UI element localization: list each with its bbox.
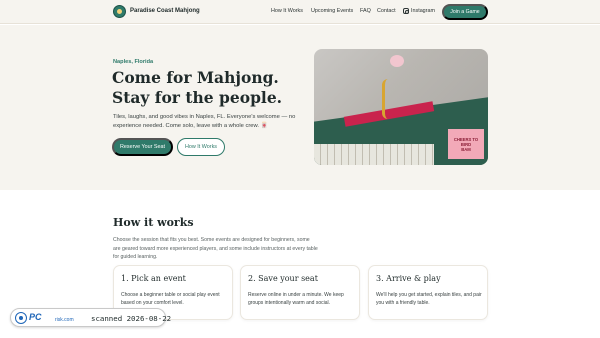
pcrisk-logo-icon <box>15 312 27 324</box>
watermark-scan-date: scanned 2026-08-22 <box>91 314 172 323</box>
step-text: Choose a beginner table or social play e… <box>121 292 220 306</box>
photo-tiles <box>314 144 434 165</box>
watermark-stamp: PC risk.com scanned 2026-08-22 <box>10 308 171 327</box>
watermark-brand-suffix: risk.com <box>55 317 74 323</box>
hero-subtitle: Tiles, laughs, and good vibes in Naples,… <box>113 114 296 129</box>
mahjong-logo-icon[interactable] <box>113 5 126 18</box>
watermark-brand: PC <box>29 312 42 322</box>
hero-title: Come for Mahjong. Stay for the people. <box>112 68 283 107</box>
step-card-save-seat: 2. Save your seat Reserve online in unde… <box>240 265 360 320</box>
photo-sign-line: BAM <box>461 146 471 152</box>
photo-flowers <box>390 55 404 67</box>
how-it-works-title: How it works <box>113 216 194 229</box>
photo-sign: CHEERS TO BIRD BAM <box>448 129 484 159</box>
how-it-works-description: Choose the session that fits you best. S… <box>113 237 318 260</box>
nav-how-it-works[interactable]: How It Works <box>271 8 303 14</box>
nav-upcoming-events[interactable]: Upcoming Events <box>311 8 353 14</box>
hero-location: Naples, Florida <box>113 59 154 65</box>
join-game-button[interactable]: Join a Game <box>442 4 488 20</box>
step-title: 3. Arrive & play <box>376 274 441 283</box>
step-text: Reserve online in under a minute. We kee… <box>248 292 344 306</box>
hero-photo: CHEERS TO BIRD BAM <box>314 49 488 165</box>
step-title: 1. Pick an event <box>121 274 186 283</box>
nav-instagram[interactable]: Instagram <box>411 8 435 14</box>
brand-name[interactable]: Paradise Coast Mahjong <box>130 8 200 14</box>
how-it-works-button[interactable]: How It Works <box>177 138 225 156</box>
nav-contact[interactable]: Contact <box>377 8 396 14</box>
top-nav: Paradise Coast Mahjong How It Works Upco… <box>0 0 600 24</box>
instagram-icon[interactable] <box>403 8 409 14</box>
nav-faq[interactable]: FAQ <box>360 8 371 14</box>
step-text: We'll help you get started, explain tile… <box>376 292 482 306</box>
step-title: 2. Save your seat <box>248 274 318 283</box>
step-card-arrive-play: 3. Arrive & play We'll help you get star… <box>368 265 488 320</box>
reserve-seat-button[interactable]: Reserve Your Seat <box>112 138 173 156</box>
photo-table-number <box>382 79 396 119</box>
